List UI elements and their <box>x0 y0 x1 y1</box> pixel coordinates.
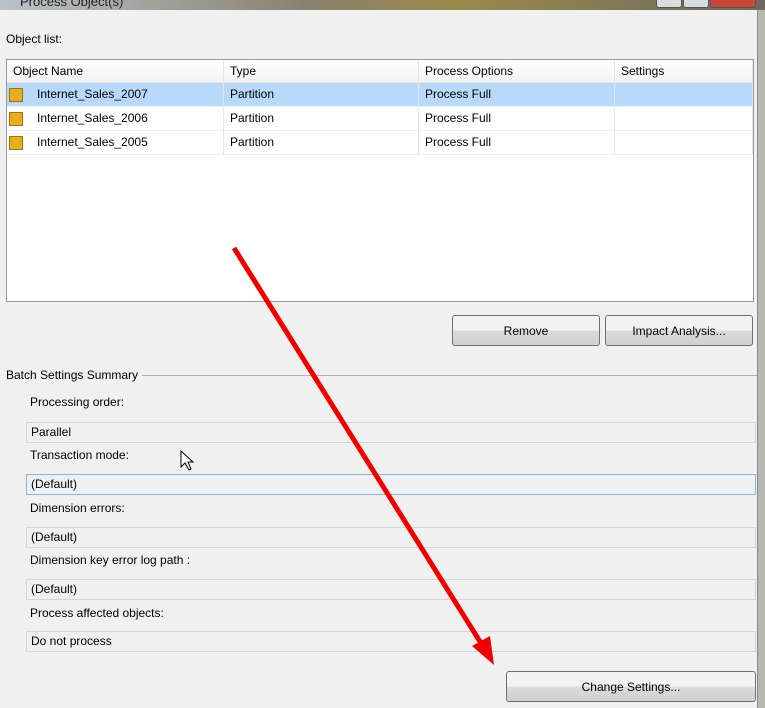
mouse-cursor-icon <box>180 449 195 471</box>
annotation-arrow <box>180 246 494 665</box>
